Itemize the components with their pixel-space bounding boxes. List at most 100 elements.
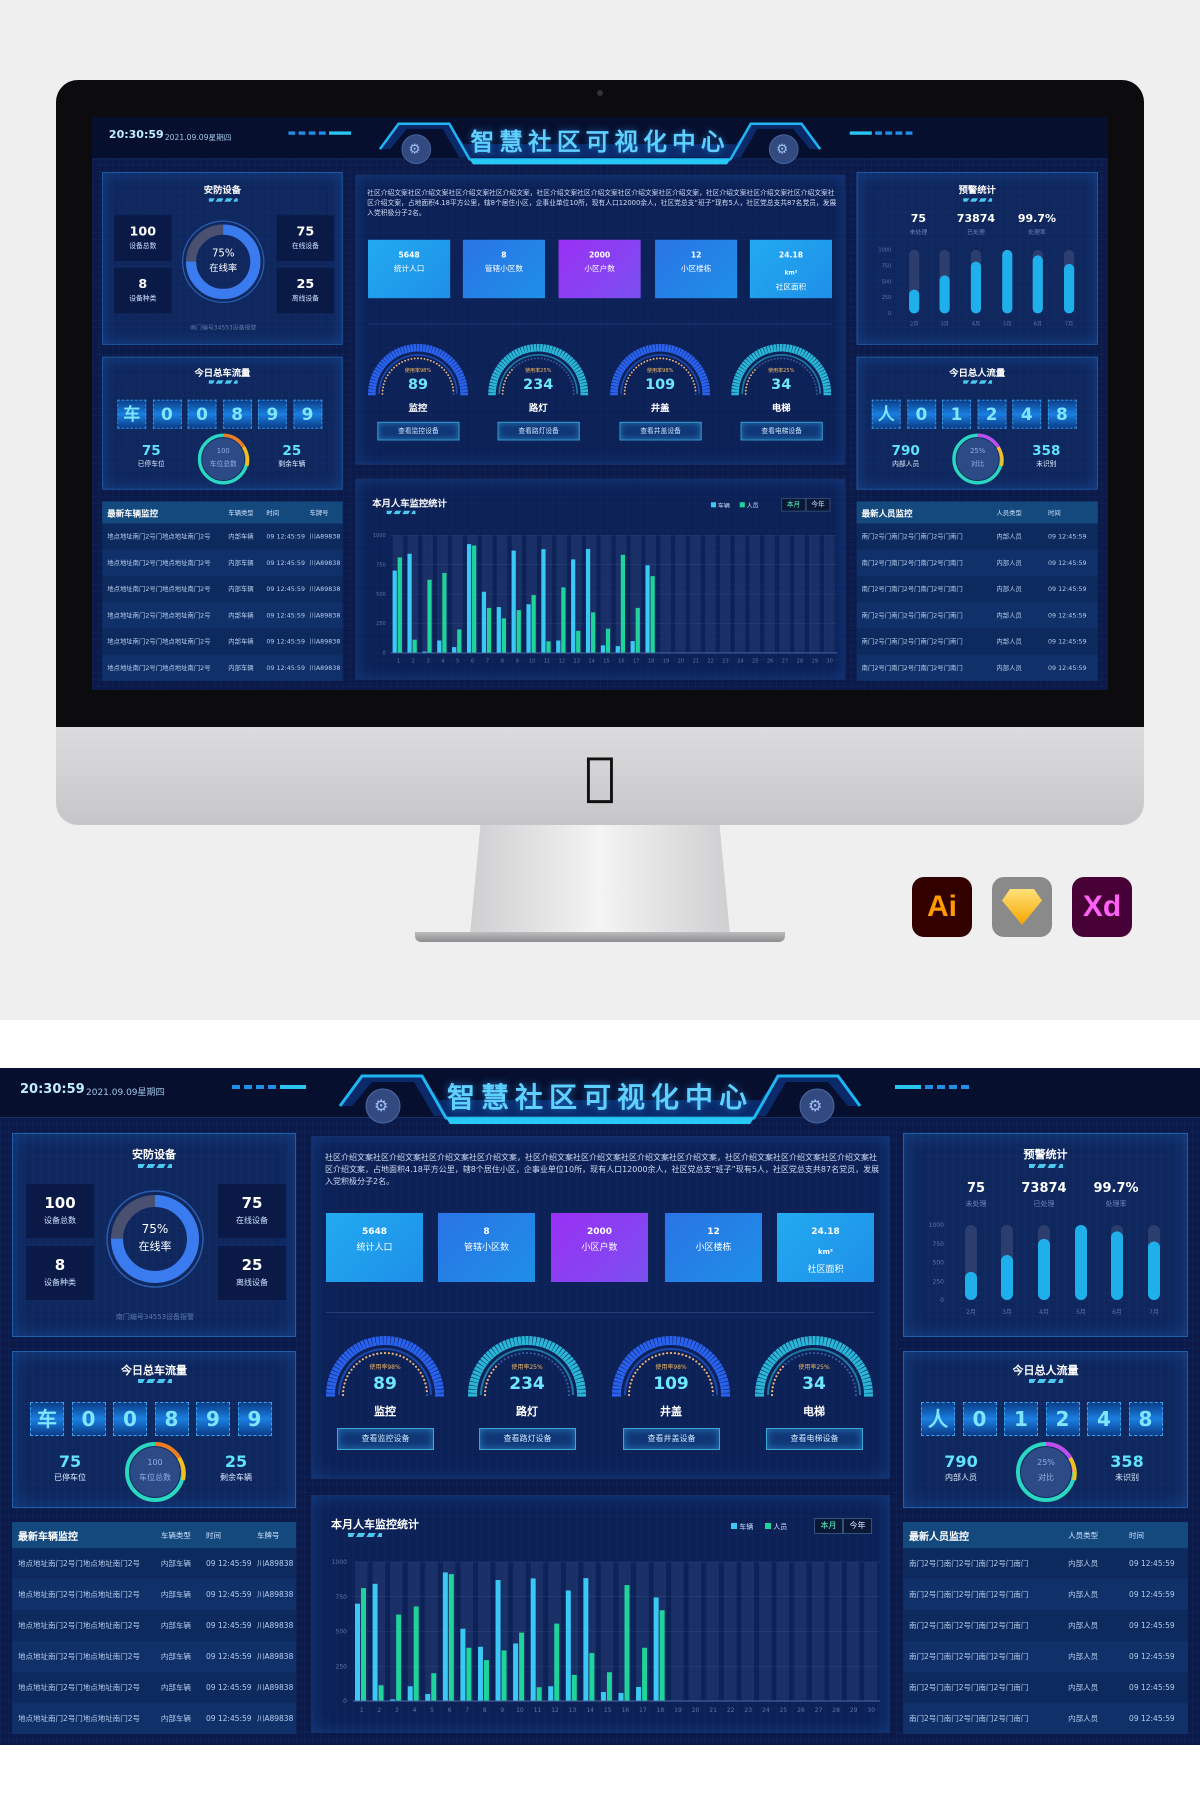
table-cell: 川A89838 xyxy=(256,1714,294,1723)
table-row[interactable]: 南门2号门南门2号门南门2号门南门 内部人员 09 12:45:59 xyxy=(903,1548,1188,1579)
stat-card: 8 管辖小区数 xyxy=(438,1213,535,1282)
title-decoration xyxy=(208,198,238,202)
x-tick-label: 2月 xyxy=(966,1309,976,1316)
stat-label: 剩余车辆 xyxy=(220,1473,252,1482)
x-tick-label: 22 xyxy=(727,1707,735,1714)
counter-digit: 9 xyxy=(257,399,287,429)
bar-people xyxy=(448,1574,454,1701)
stat-value: 25 xyxy=(282,442,302,459)
bar-people xyxy=(659,1610,665,1701)
title-decoration xyxy=(1029,1379,1063,1383)
table-cell: 内部人员 xyxy=(996,637,1022,646)
table-row[interactable]: 地点地址南门2号门地点地址南门2号 内部车辆 09 12:45:59 川A89838 xyxy=(102,654,343,681)
view-devices-button[interactable]: 查看监控设备 xyxy=(337,1428,434,1450)
table-row[interactable]: 地点地址南门2号门地点地址南门2号 内部车辆 09 12:45:59 川A89838 xyxy=(102,576,342,602)
column-header: 时间 xyxy=(266,508,280,517)
bar-people xyxy=(561,587,566,653)
table-row[interactable]: 南门2号门南门2号门南门2号门南门 内部人员 09 12:45:59 xyxy=(857,628,1098,654)
usage-rate: 使用率25% xyxy=(767,367,795,374)
table-row[interactable]: 南门2号门南门2号门南门2号门南门 内部人员 09 12:45:59 xyxy=(856,654,1098,681)
table-cell: 内部人员 xyxy=(996,532,1022,541)
table-header: 最新车辆监控 车辆类型 时间 车牌号 xyxy=(102,501,343,524)
panel-title: 今日总人流量 xyxy=(949,367,1006,379)
view-devices-button[interactable]: 查看路灯设备 xyxy=(497,421,580,441)
x-tick-label: 4月 xyxy=(972,321,980,327)
dashboard-preview: ⚙ ⚙ 20:30:59 2021.09.09星期四 智慧社区可视化中心 安防设… xyxy=(92,117,1108,690)
table-row[interactable]: 地点地址南门2号门地点地址南门2号 内部车辆 09 12:45:59 川A89838 xyxy=(102,549,343,576)
table-row[interactable]: 南门2号门南门2号门南门2号门南门 内部人员 09 12:45:59 xyxy=(903,1610,1188,1641)
table-cell: 内部车辆 xyxy=(160,1559,191,1568)
x-tick-label: 15 xyxy=(603,658,609,664)
bar-people xyxy=(554,1623,560,1701)
x-tick-label: 8 xyxy=(501,658,504,664)
x-tick-label: 25 xyxy=(780,1707,788,1714)
stat-label: 设备总数 xyxy=(129,242,157,250)
table-row[interactable]: 地点地址南门2号门地点地址南门2号 内部车辆 09 12:45:59 川A89838 xyxy=(12,1703,296,1734)
table-cell: 内部车辆 xyxy=(228,558,254,567)
view-devices-button[interactable]: 查看电梯设备 xyxy=(766,1428,863,1450)
stat-card-label: 小区户数 xyxy=(584,265,615,274)
stat-card: 5648 统计人口 xyxy=(368,239,451,299)
column-header: 最新人员监控 xyxy=(861,509,913,519)
warning-bar xyxy=(1038,1238,1050,1300)
table-row[interactable]: 南门2号门南门2号门南门2号门南门 内部人员 09 12:45:59 xyxy=(856,602,1098,629)
x-tick-label: 17 xyxy=(633,658,639,664)
table-row[interactable]: 地点地址南门2号门地点地址南门2号 内部车辆 09 12:45:59 川A89838 xyxy=(12,1579,296,1610)
stat-label: 设备总数 xyxy=(44,1216,76,1225)
x-tick-label: 2月 xyxy=(910,321,918,327)
view-devices-button[interactable]: 查看电梯设备 xyxy=(740,421,823,441)
table-cell: 南门2号门南门2号门南门2号门南门 xyxy=(861,532,963,541)
table-row[interactable]: 南门2号门南门2号门南门2号门南门 内部人员 09 12:45:59 xyxy=(856,549,1098,576)
gauge-name: 路灯 xyxy=(516,1405,538,1418)
table-cell: 南门2号门南门2号门南门2号门南门 xyxy=(909,1714,1029,1723)
view-devices-button[interactable]: 查看井盖设备 xyxy=(623,1428,720,1450)
bar-people xyxy=(536,1687,542,1701)
x-tick-label: 29 xyxy=(812,658,818,664)
table-cell: 川A89838 xyxy=(309,585,341,593)
ring-value: 25% xyxy=(1037,1458,1055,1467)
table-cell: 09 12:45:59 xyxy=(1129,1559,1175,1568)
warning-bar xyxy=(1064,263,1075,314)
table-row[interactable]: 南门2号门南门2号门南门2号门南门 内部人员 09 12:45:59 xyxy=(857,523,1098,549)
day-band xyxy=(660,535,671,653)
stat-label: 设备种类 xyxy=(44,1278,76,1287)
table-row[interactable]: 南门2号门南门2号门南门2号门南门 内部人员 09 12:45:59 xyxy=(857,576,1098,602)
stat-value: 75 xyxy=(141,442,161,459)
table-row[interactable]: 地点地址南门2号门地点地址南门2号 内部车辆 09 12:45:59 川A89838 xyxy=(12,1610,296,1641)
x-tick-label: 29 xyxy=(850,1707,858,1714)
stat-label: 内部人员 xyxy=(892,459,920,468)
table-row[interactable]: 地点地址南门2号门地点地址南门2号 内部车辆 09 12:45:59 川A89838 xyxy=(12,1641,296,1672)
view-devices-button[interactable]: 查看井盖设备 xyxy=(619,421,702,441)
counter-prefix: 车 xyxy=(117,399,147,429)
table-row[interactable]: 地点地址南门2号门地点地址南门2号 内部车辆 09 12:45:59 川A89838 xyxy=(12,1672,296,1703)
bar-people xyxy=(457,629,462,653)
counter-digit: 0 xyxy=(152,399,182,429)
table-cell: 09 12:45:59 xyxy=(1129,1652,1175,1661)
table-row[interactable]: 地点地址南门2号门地点地址南门2号 内部车辆 09 12:45:59 川A89838 xyxy=(102,602,343,629)
x-tick-label: 4 xyxy=(441,658,444,664)
y-tick-label: 750 xyxy=(882,264,892,270)
table-row[interactable]: 南门2号门南门2号门南门2号门南门 内部人员 09 12:45:59 xyxy=(903,1703,1188,1734)
bar-vehicles xyxy=(615,646,620,653)
table-row[interactable]: 地点地址南门2号门地点地址南门2号 内部车辆 09 12:45:59 川A89838 xyxy=(102,628,342,654)
table-row[interactable]: 南门2号门南门2号门南门2号门南门 内部人员 09 12:45:59 xyxy=(903,1672,1188,1703)
stat-total-devices: 100 设备总数 xyxy=(114,215,172,261)
table-row[interactable]: 地点地址南门2号门地点地址南门2号 内部车辆 09 12:45:59 川A89838 xyxy=(12,1548,296,1579)
x-tick-label: 11 xyxy=(534,1707,542,1714)
x-tick-label: 5 xyxy=(430,1707,434,1714)
title-decoration xyxy=(963,380,993,384)
table-row[interactable]: 地点地址南门2号门地点地址南门2号 内部车辆 09 12:45:59 川A89838 xyxy=(102,523,342,549)
column-header: 人员类型 xyxy=(1068,1530,1099,1540)
table-cell: 09 12:45:59 xyxy=(205,1590,252,1599)
table-row[interactable]: 南门2号门南门2号门南门2号门南门 内部人员 09 12:45:59 xyxy=(903,1579,1188,1610)
x-tick-label: 21 xyxy=(709,1707,717,1714)
view-devices-button[interactable]: 查看路灯设备 xyxy=(479,1428,576,1450)
x-tick-label: 12 xyxy=(551,1707,559,1714)
stat-value: 25 xyxy=(241,1256,263,1274)
stat-label: 离线设备 xyxy=(236,1278,268,1287)
view-devices-button[interactable]: 查看监控设备 xyxy=(377,421,460,441)
stat-value: 790 xyxy=(944,1452,978,1471)
table-row[interactable]: 南门2号门南门2号门南门2号门南门 内部人员 09 12:45:59 xyxy=(903,1641,1188,1672)
alarm-footer: 南门编号34553设备报警 xyxy=(115,1313,195,1321)
table-cell: 地点地址南门2号门地点地址南门2号 xyxy=(18,1714,141,1723)
